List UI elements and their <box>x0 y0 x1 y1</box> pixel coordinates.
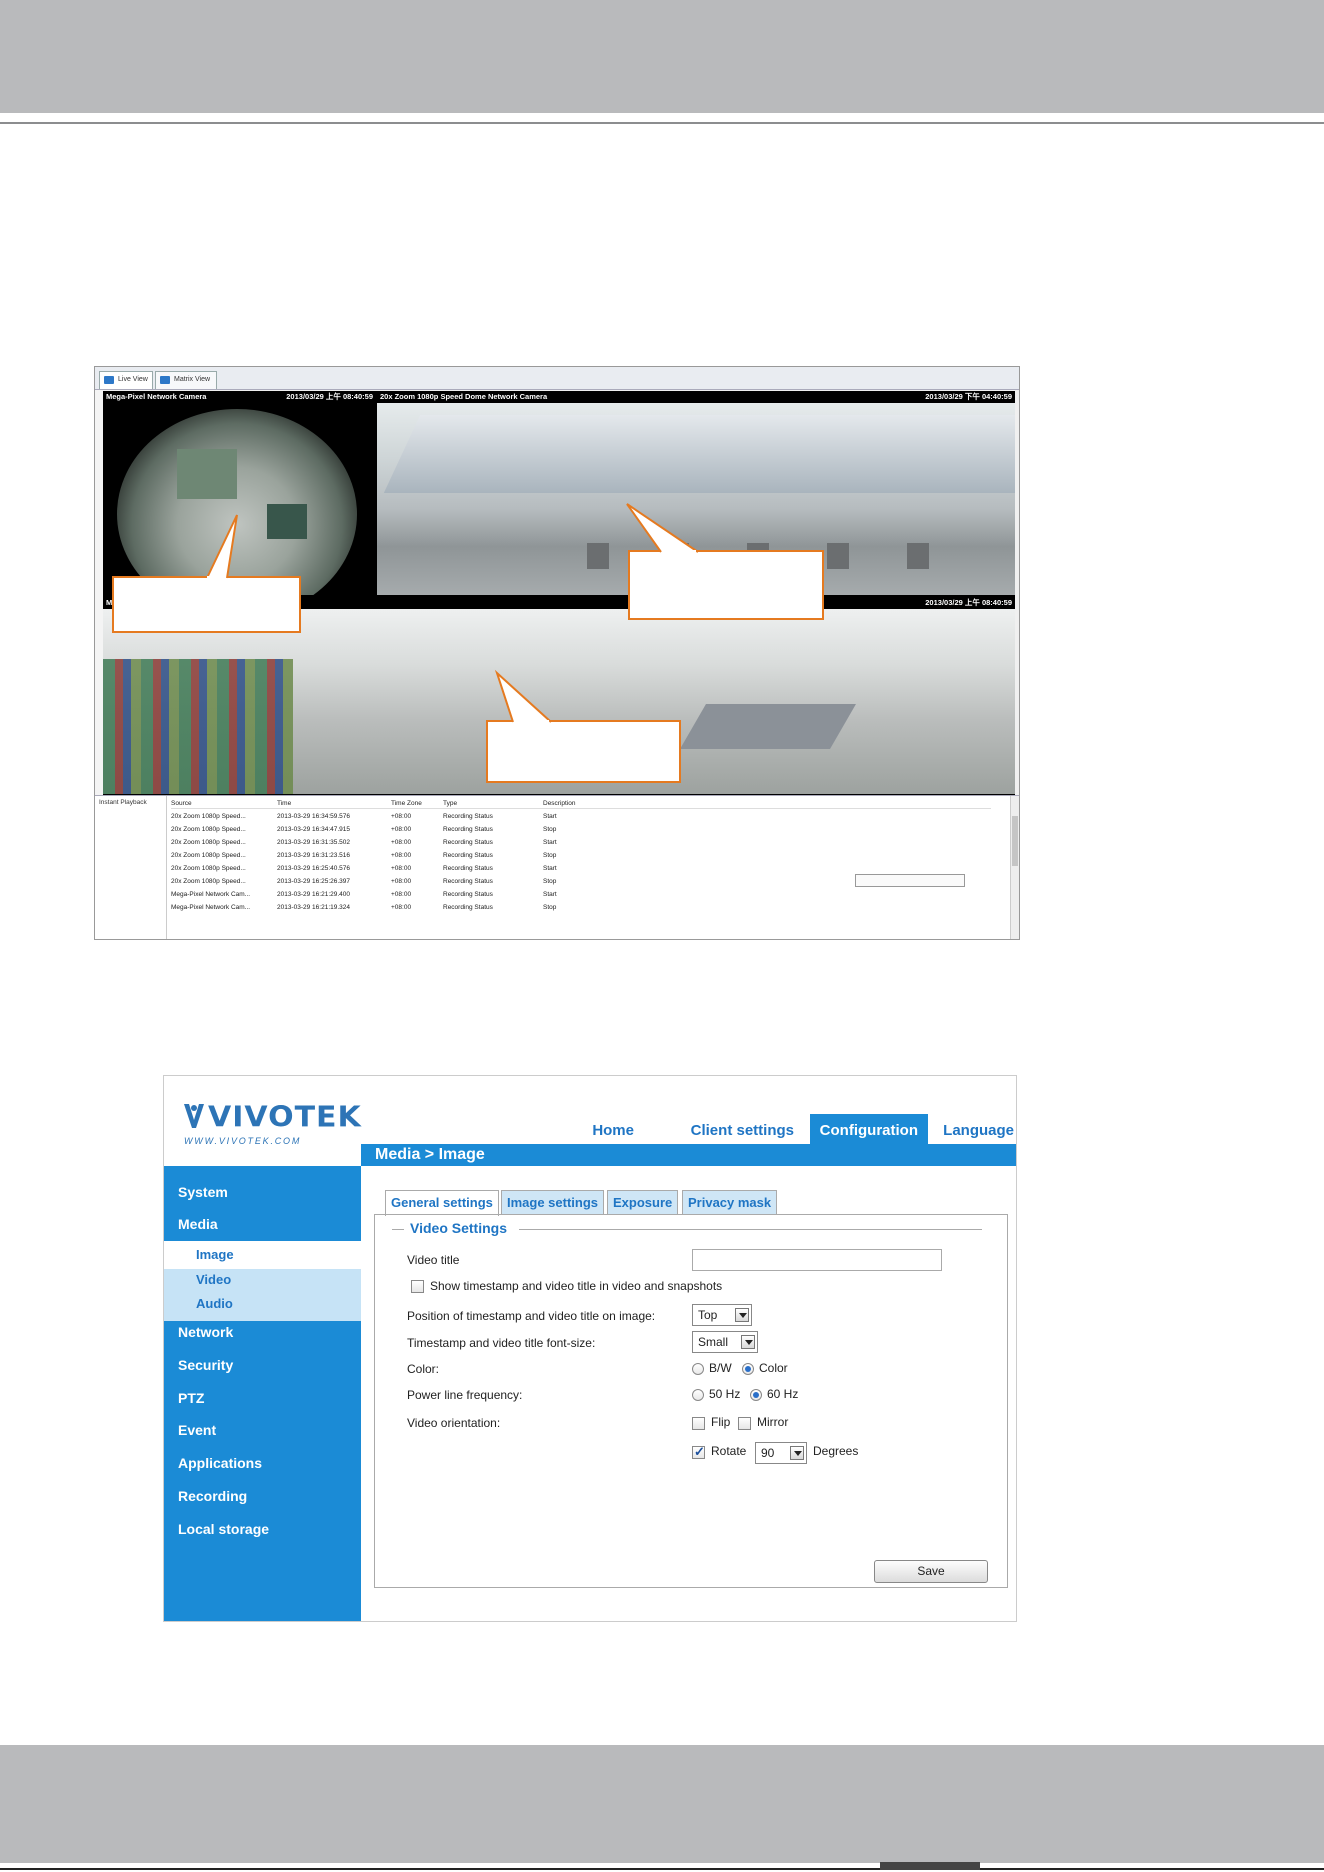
chevron-down-icon <box>735 1308 749 1322</box>
nav-language[interactable]: Language <box>943 1114 1014 1144</box>
event-row[interactable]: Mega-Pixel Network Cam... 2013-03-29 16:2… <box>171 889 991 900</box>
rotate-checkbox[interactable] <box>692 1444 705 1460</box>
speed-dome-video-image <box>377 403 1015 595</box>
fisheye-video-image <box>117 409 357 595</box>
sidebar: System Media Image Video Audio Network S… <box>164 1166 361 1621</box>
power-50hz-label: 50 Hz <box>709 1387 741 1401</box>
chevron-down-icon <box>741 1335 755 1349</box>
tab-live-view[interactable]: Live View <box>99 371 153 389</box>
position-label: Position of timestamp and video title on… <box>407 1309 656 1323</box>
camera-timestamp: 2013/03/29 上午 08:40:59 <box>925 598 1012 607</box>
event-list-header: Source Time Time Zone Type Description <box>171 798 991 809</box>
flip-checkbox[interactable] <box>692 1417 705 1430</box>
nav-client-settings[interactable]: Client settings <box>691 1114 794 1144</box>
color-label: Color: <box>407 1362 440 1376</box>
nav-home[interactable]: Home <box>592 1114 634 1144</box>
panorama-video-image <box>103 609 1015 794</box>
show-timestamp-checkbox[interactable] <box>411 1280 424 1293</box>
show-timestamp-label: Show timestamp and video title in video … <box>430 1279 723 1293</box>
event-row[interactable]: 20x Zoom 1080p Speed... 2013-03-29 16:31:… <box>171 850 991 861</box>
video-title-label: Video title <box>407 1253 460 1267</box>
flip-label: Flip <box>711 1415 731 1429</box>
camera-title-bar: 20x Zoom 1080p Speed Dome Network Camera… <box>377 391 1015 403</box>
mirror-checkbox[interactable] <box>738 1417 751 1430</box>
position-select[interactable]: Top <box>692 1304 752 1326</box>
camera-view-panorama[interactable]: M 2013/03/29 上午 08:40:59 <box>103 597 1015 795</box>
tab-exposure[interactable]: Exposure <box>607 1190 679 1215</box>
instant-playback-label[interactable]: Instant Playback <box>95 796 167 939</box>
matrix-icon <box>160 376 170 384</box>
section-title: Video Settings <box>410 1220 507 1236</box>
chevron-down-icon <box>790 1446 804 1460</box>
save-button[interactable]: Save <box>874 1560 988 1583</box>
footer-mark <box>880 1862 980 1870</box>
font-size-select[interactable]: Small <box>692 1331 758 1353</box>
color-color-label: Color <box>759 1361 788 1375</box>
vivotek-logo: VIVOTEK WWW.VIVOTEK.COM <box>184 1100 362 1146</box>
rotate-degrees-select[interactable]: 90 <box>755 1442 807 1464</box>
camera-name: Mega-Pixel Network Camera <box>106 392 207 401</box>
camera-title-bar: Mega-Pixel Network Camera 2013/03/29 上午 … <box>103 391 376 403</box>
camera-view-speed-dome[interactable]: 20x Zoom 1080p Speed Dome Network Camera… <box>377 391 1015 595</box>
color-bw-label: B/W <box>709 1361 732 1375</box>
nav-configuration[interactable]: Configuration <box>809 1114 928 1144</box>
camera-timestamp: 2013/03/29 上午 08:40:59 <box>286 392 373 401</box>
event-list-scrollbar[interactable] <box>1010 796 1019 939</box>
tab-image-settings[interactable]: Image settings <box>501 1190 605 1215</box>
font-size-label: Timestamp and video title font-size: <box>407 1336 596 1350</box>
page-header-band <box>0 0 1324 113</box>
sidebar-item-event[interactable]: Event <box>178 1422 216 1438</box>
mirror-label: Mirror <box>757 1415 789 1429</box>
header-divider <box>0 122 1324 124</box>
sidebar-item-recording[interactable]: Recording <box>178 1488 247 1504</box>
camera-view-fisheye[interactable]: Mega-Pixel Network Camera 2013/03/29 上午 … <box>103 391 376 595</box>
power-60hz-radio[interactable] <box>750 1389 762 1401</box>
tab-general-settings[interactable]: General settings <box>385 1190 499 1216</box>
camera-timestamp: 2013/03/29 下午 04:40:59 <box>925 392 1012 401</box>
video-title-input[interactable] <box>692 1249 942 1271</box>
sidebar-item-media[interactable]: Media <box>178 1216 218 1232</box>
orientation-label: Video orientation: <box>407 1416 501 1430</box>
color-bw-radio[interactable] <box>692 1363 704 1375</box>
camera-title-bar: M 2013/03/29 上午 08:40:59 <box>103 597 1015 609</box>
camera-grid: Mega-Pixel Network Camera 2013/03/29 上午 … <box>103 391 1015 795</box>
camera-name: 20x Zoom 1080p Speed Dome Network Camera <box>380 392 548 401</box>
event-row[interactable]: Mega-Pixel Network Cam... 2013-03-29 16:2… <box>171 902 991 913</box>
sidebar-item-local-storage[interactable]: Local storage <box>178 1521 269 1537</box>
logo-mark-icon <box>184 1104 204 1128</box>
rotate-label: Rotate <box>711 1444 747 1458</box>
page-footer-band <box>0 1745 1324 1863</box>
footer-divider <box>0 1868 1324 1870</box>
event-row[interactable]: 20x Zoom 1080p Speed... 2013-03-29 16:25:… <box>171 863 991 874</box>
camera-icon <box>104 376 114 384</box>
sidebar-item-video[interactable]: Video <box>196 1272 231 1287</box>
live-view-side-strip <box>95 390 103 830</box>
power-50hz-radio[interactable] <box>692 1389 704 1401</box>
sidebar-item-audio[interactable]: Audio <box>196 1296 233 1311</box>
event-row[interactable]: 20x Zoom 1080p Speed... 2013-03-29 16:34:… <box>171 811 991 822</box>
event-list-panel: Instant Playback Source Time Time Zone T… <box>95 795 1019 939</box>
camera-name: M <box>106 598 113 607</box>
tab-privacy-mask[interactable]: Privacy mask <box>682 1190 778 1215</box>
sidebar-item-applications[interactable]: Applications <box>178 1455 262 1471</box>
configuration-window: VIVOTEK WWW.VIVOTEK.COM Home Client sett… <box>163 1075 1017 1622</box>
event-row[interactable]: 20x Zoom 1080p Speed... 2013-03-29 16:34:… <box>171 824 991 835</box>
color-color-radio[interactable] <box>742 1363 754 1375</box>
sidebar-item-security[interactable]: Security <box>178 1357 233 1373</box>
sidebar-item-ptz[interactable]: PTZ <box>178 1390 204 1406</box>
power-60hz-label: 60 Hz <box>767 1387 799 1401</box>
event-row[interactable]: 20x Zoom 1080p Speed... 2013-03-29 16:31:… <box>171 837 991 848</box>
live-view-window: Live View Matrix View Mega-Pixel Network… <box>94 366 1020 940</box>
sidebar-item-network[interactable]: Network <box>178 1324 233 1340</box>
tab-matrix-view[interactable]: Matrix View <box>155 371 217 389</box>
live-view-tab-bar: Live View Matrix View <box>95 367 1019 390</box>
sidebar-item-image[interactable]: Image <box>196 1247 234 1262</box>
power-line-label: Power line frequency: <box>407 1388 523 1402</box>
sidebar-item-system[interactable]: System <box>178 1184 228 1200</box>
degrees-label: Degrees <box>813 1444 859 1458</box>
playback-control-widget[interactable] <box>855 874 965 887</box>
breadcrumb: Media > Image <box>361 1144 1016 1166</box>
